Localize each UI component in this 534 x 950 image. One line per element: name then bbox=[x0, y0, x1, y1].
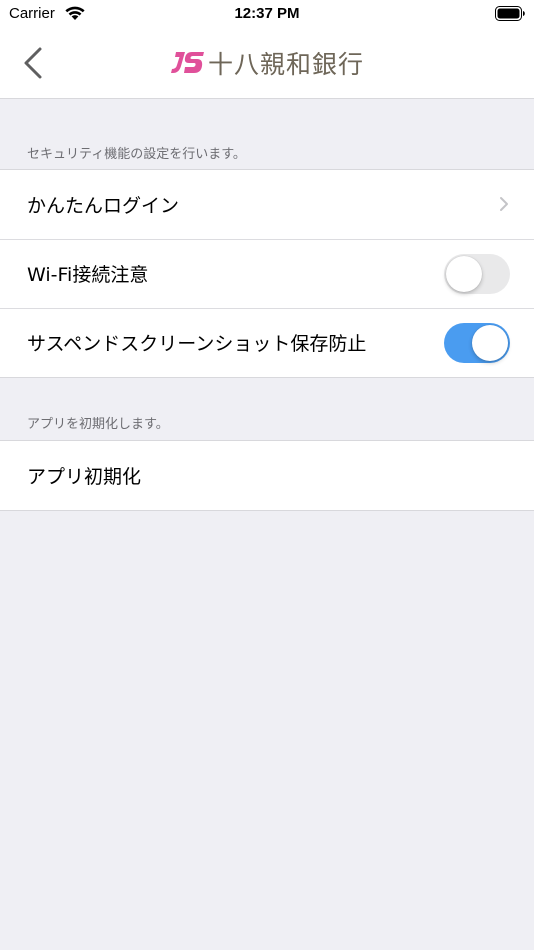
status-bar: Carrier 12:37 PM bbox=[0, 0, 534, 27]
status-time: 12:37 PM bbox=[234, 5, 300, 22]
reset-group: アプリ初期化 bbox=[0, 440, 534, 511]
bank-logo-mark bbox=[171, 52, 204, 73]
toggle-knob bbox=[446, 256, 482, 292]
easy-login-row[interactable]: かんたんログイン bbox=[0, 170, 534, 239]
toggle-knob bbox=[472, 325, 508, 361]
screenshot-protection-row: サスペンドスクリーンショット保存防止 bbox=[0, 308, 534, 377]
reset-section-header: アプリを初期化します。 bbox=[27, 417, 169, 432]
app-reset-row[interactable]: アプリ初期化 bbox=[0, 441, 534, 510]
battery-icon bbox=[495, 6, 525, 21]
screenshot-protection-toggle[interactable] bbox=[444, 323, 510, 363]
navigation-bar: 十八親和銀行 bbox=[0, 27, 534, 99]
wifi-warning-toggle[interactable] bbox=[444, 254, 510, 294]
easy-login-label: かんたんログイン bbox=[27, 195, 180, 217]
bank-logo: 十八親和銀行 bbox=[170, 47, 364, 79]
back-chevron-icon[interactable] bbox=[18, 43, 48, 83]
security-section-header: セキュリティ機能の設定を行います。 bbox=[27, 147, 246, 162]
screenshot-protection-label: サスペンドスクリーンショット保存防止 bbox=[27, 333, 367, 355]
bank-name: 十八親和銀行 bbox=[208, 50, 365, 79]
wifi-warning-label: Wi-Fi接続注意 bbox=[27, 264, 149, 286]
wifi-warning-row: Wi-Fi接続注意 bbox=[0, 239, 534, 308]
security-settings-group: かんたんログイン Wi-Fi接続注意 サスペンドスクリーンショット保存防止 bbox=[0, 169, 534, 378]
chevron-right-icon bbox=[500, 197, 508, 211]
app-reset-label: アプリ初期化 bbox=[27, 466, 142, 488]
